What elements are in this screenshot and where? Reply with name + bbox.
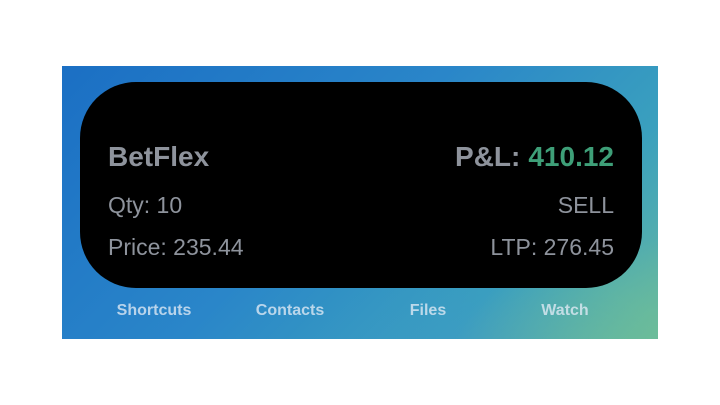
widget-header-row: BetFlex P&L: 410.12 (108, 141, 614, 173)
ltp-text: LTP: 276.45 (490, 234, 614, 260)
trade-side: SELL (557, 192, 614, 218)
price-text: Price: 235.44 (108, 234, 244, 260)
quantity-text: Qty: 10 (108, 192, 183, 218)
app-watch[interactable]: Watch (541, 302, 588, 320)
pnl-display: P&L: 410.12 (455, 141, 614, 173)
pnl-label: P&L: (455, 141, 521, 172)
app-files[interactable]: Files (410, 302, 446, 320)
pnl-value: 410.12 (528, 141, 614, 172)
widget-qty-row: Qty: 10 SELL (108, 192, 614, 219)
instrument-name: BetFlex (108, 141, 210, 172)
home-screen: BetFlex P&L: 410.12 Qty: 10 SELL Price: … (62, 66, 658, 339)
widget-price-row: Price: 235.44 LTP: 276.45 (108, 234, 614, 261)
app-label-row: Shortcuts Contacts Files Watch (62, 302, 658, 324)
trade-widget[interactable]: BetFlex P&L: 410.12 Qty: 10 SELL Price: … (80, 82, 642, 288)
app-contacts[interactable]: Contacts (256, 302, 324, 320)
app-shortcuts[interactable]: Shortcuts (117, 302, 192, 320)
